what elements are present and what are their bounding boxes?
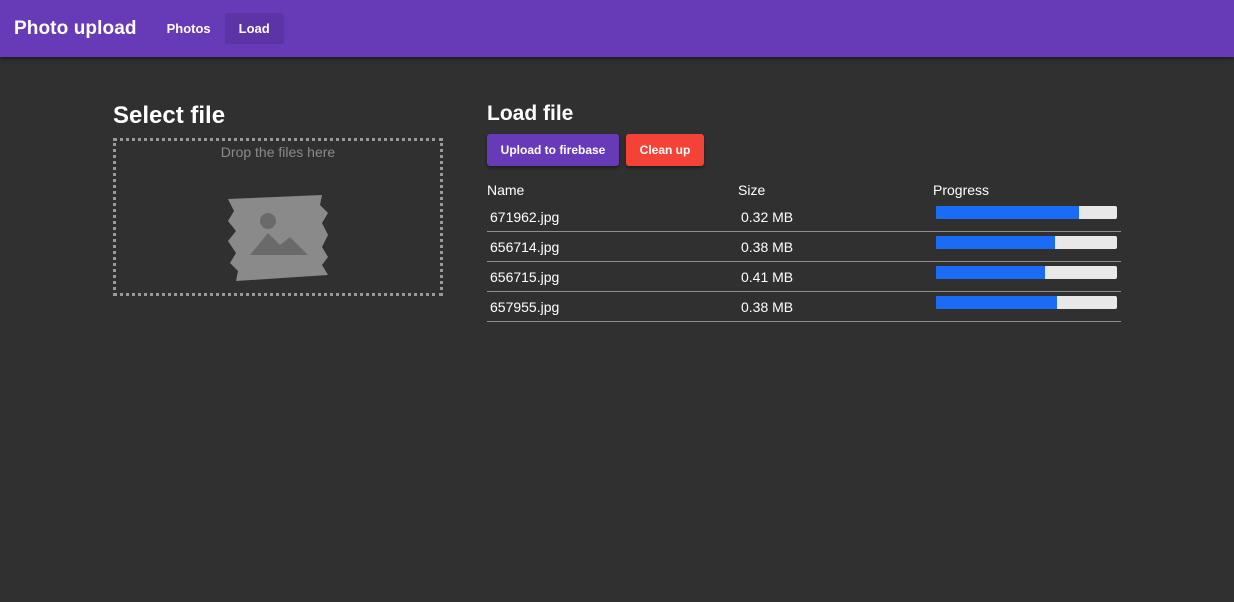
file-size: 0.41 MB <box>741 269 794 285</box>
table-header: Name Size Progress <box>487 182 1121 202</box>
upload-progress-fill <box>936 206 1079 219</box>
action-buttons: Upload to firebase Clean up <box>487 134 704 166</box>
nav-photos-button[interactable]: Photos <box>153 13 225 44</box>
column-header-size: Size <box>738 182 766 198</box>
nav-load-button[interactable]: Load <box>224 13 284 44</box>
file-size: 0.32 MB <box>741 209 794 225</box>
upload-progress-fill <box>936 236 1056 249</box>
upload-progress-fill <box>936 296 1058 309</box>
file-name: 656715.jpg <box>490 269 560 285</box>
load-file-section: Load file Upload to firebase Clean up Na… <box>487 100 1121 322</box>
table-row: 671962.jpg 0.32 MB <box>487 202 1121 232</box>
file-table: Name Size Progress 671962.jpg 0.32 MB 65… <box>487 182 1121 322</box>
image-placeholder-icon <box>228 195 328 281</box>
upload-progress-bar <box>936 206 1117 219</box>
table-row: 656714.jpg 0.38 MB <box>487 232 1121 262</box>
upload-progress-bar <box>936 236 1117 249</box>
upload-progress-bar <box>936 296 1117 309</box>
drop-hint-text: Drop the files here <box>220 144 336 160</box>
column-header-name: Name <box>487 182 525 198</box>
upload-to-firebase-button[interactable]: Upload to firebase <box>487 134 619 166</box>
upload-progress-bar <box>936 266 1117 279</box>
table-row: 657955.jpg 0.38 MB <box>487 292 1121 322</box>
file-size: 0.38 MB <box>741 299 794 315</box>
app-toolbar: Photo upload Photos Load <box>0 0 1234 57</box>
table-row: 656715.jpg 0.41 MB <box>487 262 1121 292</box>
file-size: 0.38 MB <box>741 239 794 255</box>
file-name: 671962.jpg <box>490 209 560 225</box>
upload-progress-fill <box>936 266 1045 279</box>
clean-up-button[interactable]: Clean up <box>626 134 704 166</box>
app-title: Photo upload <box>14 17 137 39</box>
file-name: 657955.jpg <box>490 299 560 315</box>
select-file-section: Select file Drop the files here <box>113 100 445 296</box>
select-file-title: Select file <box>113 102 226 129</box>
load-file-title: Load file <box>487 102 574 125</box>
file-dropzone[interactable]: Drop the files here <box>113 138 443 296</box>
column-header-progress: Progress <box>933 182 990 198</box>
file-name: 656714.jpg <box>490 239 560 255</box>
